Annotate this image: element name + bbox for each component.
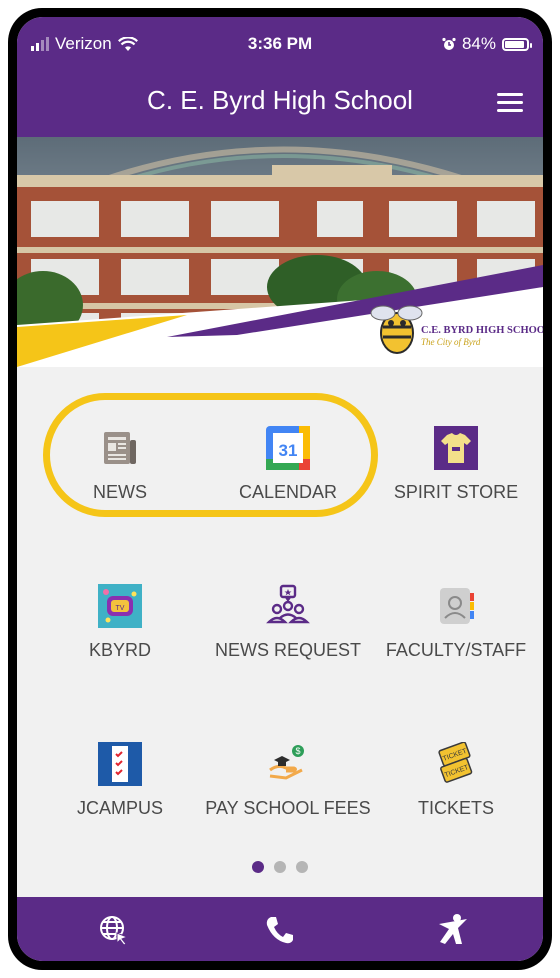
tile-tickets[interactable]: TICKET TICKET TICKETS [371,739,541,869]
tile-spirit-store[interactable]: SPIRIT STORE [371,423,541,553]
tile-label: KBYRD [88,640,151,660]
page-dot-1[interactable] [252,861,264,873]
bottom-tab-bar [17,897,543,961]
school-banner: C.E. BYRD HIGH SCHOOL The City of Byrd [17,137,543,367]
tile-jcampus[interactable]: JCAMPUS [35,739,205,869]
tile-pay-school-fees[interactable]: $ PAY SCHOOL FEES [203,739,373,869]
page-title: C. E. Byrd High School [147,85,413,115]
tile-label: FACULTY/STAFF [385,640,527,660]
hamburger-menu-icon[interactable] [497,93,523,113]
app-header: C. E. Byrd High School [17,69,543,137]
banner-logo-title: C.E. BYRD HIGH SCHOOL [421,325,543,336]
page-dot-3[interactable] [296,861,308,873]
contacts-book-icon [433,583,479,629]
battery-icon [502,37,532,51]
app-screen: Verizon 3:36 PM 84% C. E. Byrd High Scho… [17,17,543,961]
highlight-circle-annotation [43,393,378,517]
alarm-icon [442,37,456,50]
tile-faculty-staff[interactable]: FACULTY/STAFF [371,581,541,711]
tile-news-request[interactable]: NEWS REQUEST [203,581,373,711]
jcampus-icon [97,741,143,787]
svg-text:TV: TV [116,605,125,612]
tile-label: PAY SCHOOL FEES [205,798,371,818]
battery-percent: 84% [461,34,496,53]
people-request-icon [265,583,311,629]
phone-frame: Verizon 3:36 PM 84% C. E. Byrd High Scho… [8,8,552,970]
tickets-icon: TICKET TICKET [433,741,479,787]
pay-fees-icon: $ [265,741,311,787]
athlete-icon[interactable] [437,913,471,947]
tile-label: JCAMPUS [76,798,163,818]
tshirt-icon [433,425,479,471]
svg-text:$: $ [295,746,300,756]
page-indicator [17,861,543,873]
tile-label: TICKETS [417,798,494,818]
page-dot-2[interactable] [274,861,286,873]
tile-kbyrd[interactable]: TV KBYRD [35,581,205,711]
tile-label: NEWS REQUEST [214,640,361,660]
banner-logo-subtitle: The City of Byrd [421,337,481,347]
globe-web-icon[interactable] [97,913,131,947]
tile-label: SPIRIT STORE [393,482,519,502]
phone-icon[interactable] [263,913,297,947]
kbyrd-icon: TV [97,583,143,629]
school-building-photo: C.E. BYRD HIGH SCHOOL The City of Byrd [17,137,543,367]
status-bar: Verizon 3:36 PM 84% [17,17,543,69]
status-right: 84% [442,34,532,54]
